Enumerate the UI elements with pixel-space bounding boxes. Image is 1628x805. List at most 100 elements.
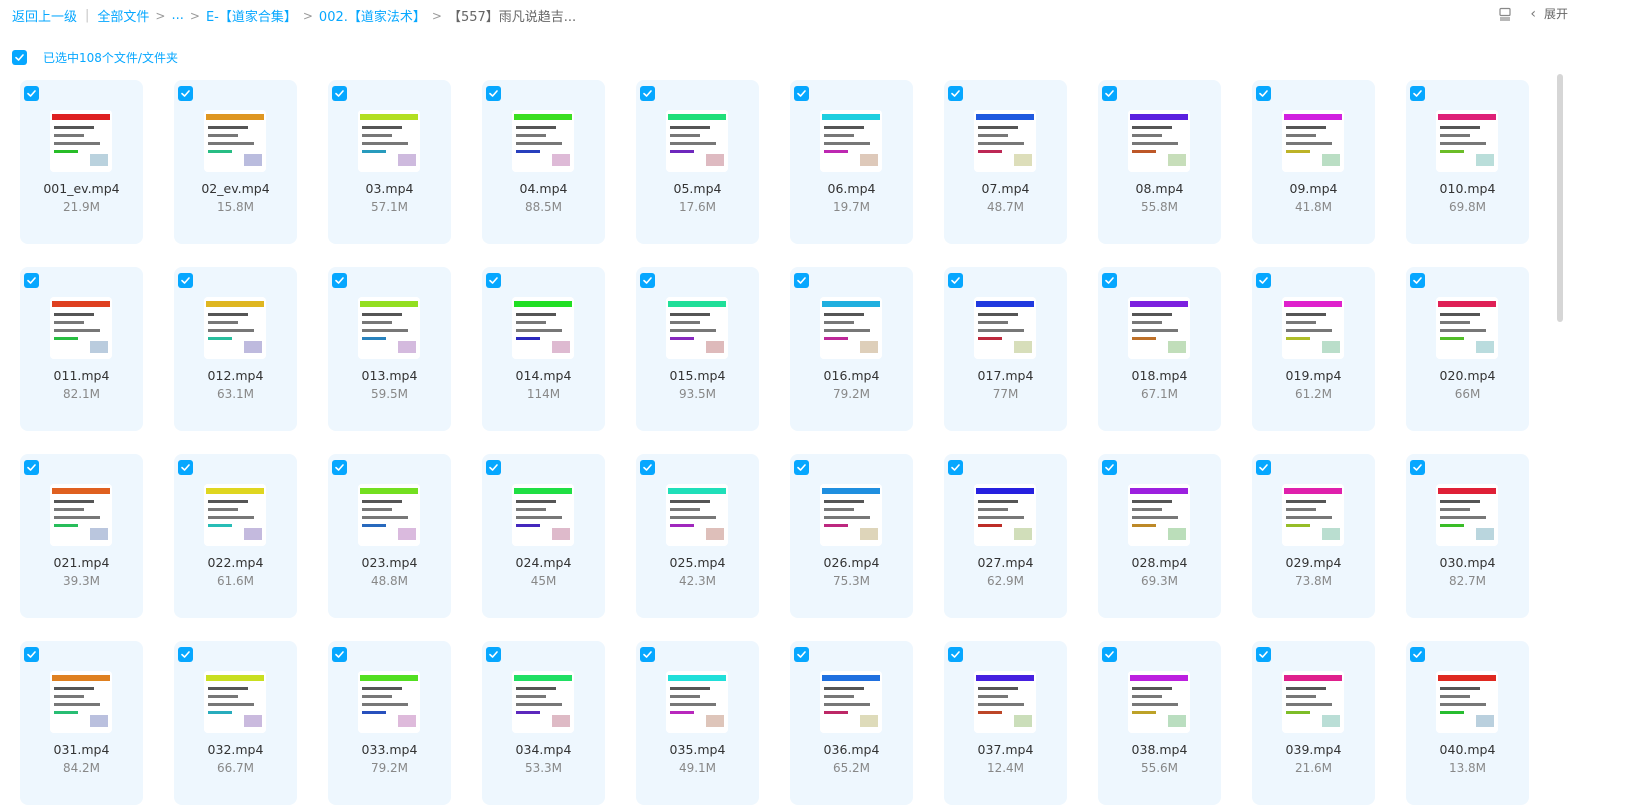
video-thumbnail[interactable] (204, 484, 266, 546)
file-name[interactable]: 016.mp4 (790, 368, 913, 383)
video-thumbnail[interactable] (50, 110, 112, 172)
file-card[interactable]: 019.mp4 61.2M (1252, 267, 1375, 431)
file-checkbox[interactable] (640, 86, 655, 101)
file-card[interactable]: 03.mp4 57.1M (328, 80, 451, 244)
video-thumbnail[interactable] (974, 671, 1036, 733)
breadcrumb-level-1[interactable]: E-【道家合集】 (206, 6, 297, 25)
file-name[interactable]: 020.mp4 (1406, 368, 1529, 383)
file-checkbox[interactable] (794, 86, 809, 101)
file-checkbox[interactable] (1410, 647, 1425, 662)
video-thumbnail[interactable] (1436, 110, 1498, 172)
video-thumbnail[interactable] (1436, 297, 1498, 359)
file-card[interactable]: 001_ev.mp4 21.9M (20, 80, 143, 244)
file-name[interactable]: 017.mp4 (944, 368, 1067, 383)
video-thumbnail[interactable] (512, 484, 574, 546)
file-name[interactable]: 011.mp4 (20, 368, 143, 383)
video-thumbnail[interactable] (1128, 110, 1190, 172)
video-thumbnail[interactable] (974, 484, 1036, 546)
file-card[interactable]: 020.mp4 66M (1406, 267, 1529, 431)
file-checkbox[interactable] (332, 86, 347, 101)
file-checkbox[interactable] (1102, 273, 1117, 288)
file-name[interactable]: 038.mp4 (1098, 742, 1221, 757)
video-thumbnail[interactable] (1282, 110, 1344, 172)
file-checkbox[interactable] (24, 460, 39, 475)
file-card[interactable]: 040.mp4 13.8M (1406, 641, 1529, 805)
file-checkbox[interactable] (1256, 460, 1271, 475)
video-thumbnail[interactable] (820, 484, 882, 546)
file-card[interactable]: 010.mp4 69.8M (1406, 80, 1529, 244)
video-thumbnail[interactable] (204, 671, 266, 733)
file-card[interactable]: 026.mp4 75.3M (790, 454, 913, 618)
video-thumbnail[interactable] (204, 297, 266, 359)
file-checkbox[interactable] (948, 647, 963, 662)
file-checkbox[interactable] (948, 86, 963, 101)
file-card[interactable]: 030.mp4 82.7M (1406, 454, 1529, 618)
file-name[interactable]: 023.mp4 (328, 555, 451, 570)
video-thumbnail[interactable] (512, 110, 574, 172)
video-thumbnail[interactable] (1282, 671, 1344, 733)
file-checkbox[interactable] (1102, 460, 1117, 475)
video-thumbnail[interactable] (820, 671, 882, 733)
video-thumbnail[interactable] (666, 484, 728, 546)
file-card[interactable]: 035.mp4 49.1M (636, 641, 759, 805)
file-checkbox[interactable] (1102, 647, 1117, 662)
file-card[interactable]: 02_ev.mp4 15.8M (174, 80, 297, 244)
file-card[interactable]: 018.mp4 67.1M (1098, 267, 1221, 431)
video-thumbnail[interactable] (974, 297, 1036, 359)
file-card[interactable]: 037.mp4 12.4M (944, 641, 1067, 805)
video-thumbnail[interactable] (974, 110, 1036, 172)
file-name[interactable]: 029.mp4 (1252, 555, 1375, 570)
video-thumbnail[interactable] (358, 671, 420, 733)
video-thumbnail[interactable] (820, 110, 882, 172)
video-thumbnail[interactable] (358, 484, 420, 546)
file-name[interactable]: 031.mp4 (20, 742, 143, 757)
select-all-checkbox[interactable] (12, 49, 27, 65)
file-card[interactable]: 039.mp4 21.6M (1252, 641, 1375, 805)
file-name[interactable]: 02_ev.mp4 (174, 181, 297, 196)
file-name[interactable]: 015.mp4 (636, 368, 759, 383)
file-name[interactable]: 032.mp4 (174, 742, 297, 757)
file-name[interactable]: 012.mp4 (174, 368, 297, 383)
file-checkbox[interactable] (1256, 86, 1271, 101)
video-thumbnail[interactable] (512, 671, 574, 733)
file-name[interactable]: 07.mp4 (944, 181, 1067, 196)
video-thumbnail[interactable] (50, 671, 112, 733)
file-name[interactable]: 028.mp4 (1098, 555, 1221, 570)
file-name[interactable]: 036.mp4 (790, 742, 913, 757)
file-card[interactable]: 05.mp4 17.6M (636, 80, 759, 244)
video-thumbnail[interactable] (512, 297, 574, 359)
file-name[interactable]: 034.mp4 (482, 742, 605, 757)
file-name[interactable]: 05.mp4 (636, 181, 759, 196)
video-thumbnail[interactable] (820, 297, 882, 359)
file-card[interactable]: 07.mp4 48.7M (944, 80, 1067, 244)
video-thumbnail[interactable] (1128, 671, 1190, 733)
file-card[interactable]: 016.mp4 79.2M (790, 267, 913, 431)
file-checkbox[interactable] (486, 86, 501, 101)
video-thumbnail[interactable] (666, 671, 728, 733)
file-checkbox[interactable] (486, 460, 501, 475)
file-name[interactable]: 001_ev.mp4 (20, 181, 143, 196)
file-checkbox[interactable] (794, 647, 809, 662)
file-name[interactable]: 022.mp4 (174, 555, 297, 570)
scrollbar[interactable] (1557, 74, 1563, 322)
video-thumbnail[interactable] (50, 297, 112, 359)
file-checkbox[interactable] (794, 460, 809, 475)
file-checkbox[interactable] (178, 273, 193, 288)
breadcrumb-all-files[interactable]: 全部文件 (97, 6, 149, 25)
file-name[interactable]: 033.mp4 (328, 742, 451, 757)
file-name[interactable]: 014.mp4 (482, 368, 605, 383)
file-name[interactable]: 030.mp4 (1406, 555, 1529, 570)
file-checkbox[interactable] (178, 460, 193, 475)
file-checkbox[interactable] (1256, 273, 1271, 288)
file-card[interactable]: 08.mp4 55.8M (1098, 80, 1221, 244)
video-thumbnail[interactable] (1128, 484, 1190, 546)
file-card[interactable]: 034.mp4 53.3M (482, 641, 605, 805)
back-link[interactable]: 返回上一级 (12, 6, 77, 25)
file-card[interactable]: 015.mp4 93.5M (636, 267, 759, 431)
file-checkbox[interactable] (486, 273, 501, 288)
file-checkbox[interactable] (486, 647, 501, 662)
file-name[interactable]: 035.mp4 (636, 742, 759, 757)
video-thumbnail[interactable] (1436, 484, 1498, 546)
file-card[interactable]: 011.mp4 82.1M (20, 267, 143, 431)
file-name[interactable]: 040.mp4 (1406, 742, 1529, 757)
